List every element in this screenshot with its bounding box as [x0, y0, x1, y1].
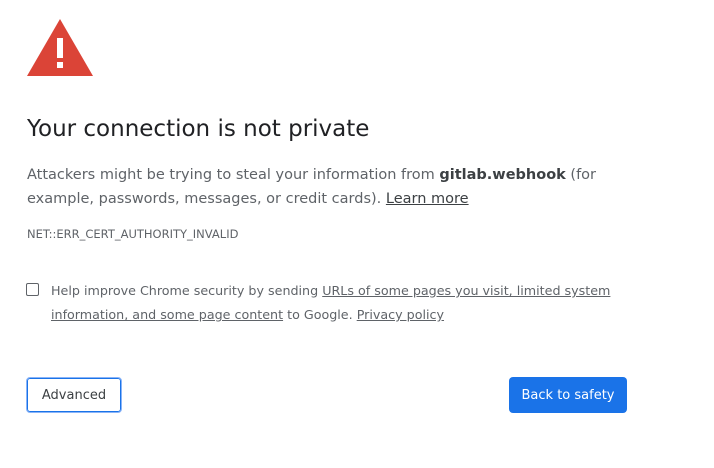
explanation-prefix: Attackers might be trying to steal your …: [27, 167, 440, 183]
privacy-policy-link[interactable]: Privacy policy: [357, 307, 444, 322]
warning-triangle-icon: [27, 19, 93, 76]
interstitial-page: Your connection is not private Attackers…: [0, 0, 714, 468]
error-code: NET::ERR_CERT_AUTHORITY_INVALID: [27, 227, 239, 241]
host-name: gitlab.webhook: [439, 167, 566, 183]
learn-more-link[interactable]: Learn more: [386, 191, 469, 207]
explanation-text: Attackers might be trying to steal your …: [27, 163, 647, 211]
optin-prefix: Help improve Chrome security by sending: [51, 283, 323, 298]
back-to-safety-button[interactable]: Back to safety: [509, 377, 627, 413]
optin-label: Help improve Chrome security by sending …: [51, 279, 631, 327]
advanced-button[interactable]: Advanced: [26, 377, 122, 413]
page-title: Your connection is not private: [27, 116, 370, 142]
optin-checkbox[interactable]: [26, 283, 39, 296]
optin-middle: to Google.: [283, 307, 357, 322]
